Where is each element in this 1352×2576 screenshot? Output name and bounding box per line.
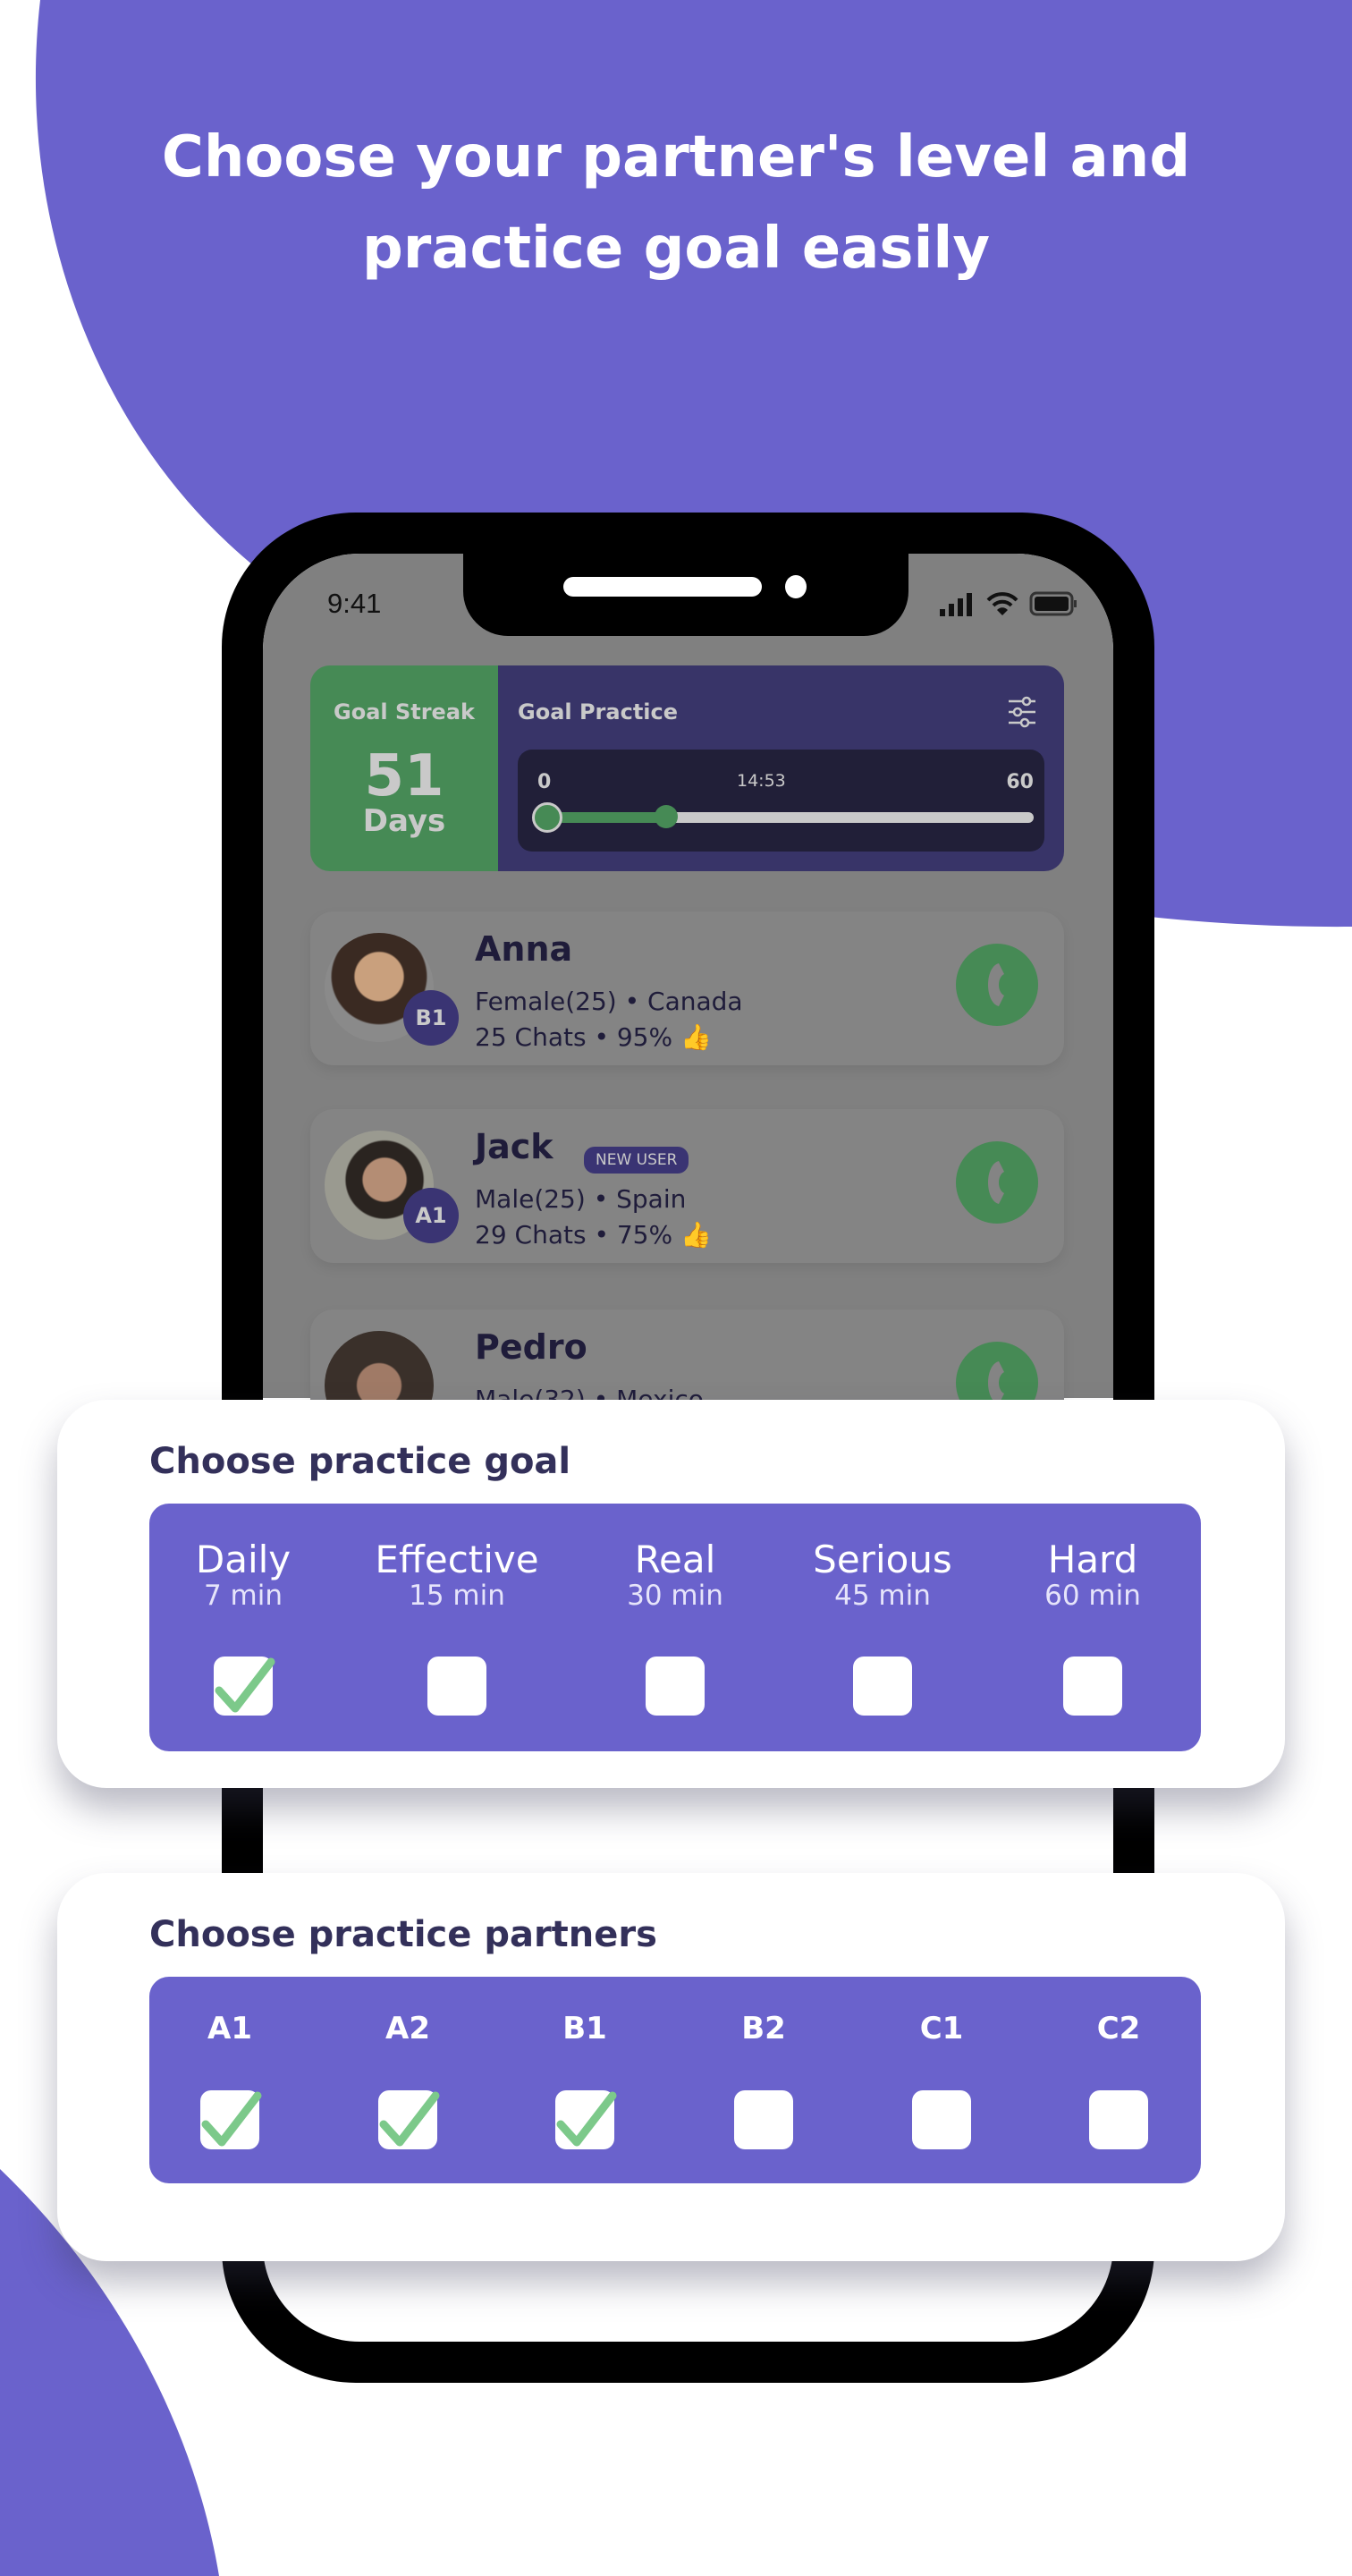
- slider-fill: [545, 812, 666, 823]
- level-badge: A1: [403, 1188, 459, 1243]
- practice-label: Goal Practice: [518, 699, 679, 724]
- partner-info: Male(25) • Spain: [475, 1184, 687, 1214]
- goal-option-duration: 7 min: [203, 1580, 283, 1612]
- slider-current: 14:53: [737, 771, 786, 791]
- streak-label: Goal Streak: [334, 699, 475, 724]
- goal-option-duration: 30 min: [627, 1580, 723, 1612]
- call-button[interactable]: [956, 1141, 1038, 1224]
- checkmark-icon: [379, 2091, 440, 2147]
- checkmark-icon: [201, 2091, 262, 2147]
- practice-partners-title: Choose practice partners: [149, 1914, 657, 1955]
- partner-name: Anna: [475, 929, 573, 969]
- notch: [463, 554, 908, 636]
- partner-card[interactable]: B1 Anna Female(25) • Canada 25 Chats • 9…: [310, 911, 1064, 1065]
- partner-stats: 29 Chats • 75% 👍: [475, 1220, 712, 1250]
- headline-line-2: practice goal easily: [361, 216, 991, 282]
- goal-option-label: Effective: [375, 1538, 539, 1581]
- camera: [785, 575, 807, 598]
- thumbs-up-icon: 👍: [680, 1220, 712, 1250]
- goal-option-duration: 45 min: [834, 1580, 931, 1612]
- slider-max: 60: [1006, 771, 1034, 793]
- goal-option-label: Hard: [1047, 1538, 1138, 1581]
- partner-stats-text: 29 Chats • 75%: [475, 1220, 673, 1250]
- goal-practice: Goal Practice 0 14:53 60: [498, 665, 1064, 871]
- practice-partner-levels: A1 A2 B1 B2 C1 C2: [149, 1977, 1201, 2183]
- level-checkbox[interactable]: [1089, 2090, 1148, 2149]
- practice-slider: 0 14:53 60: [518, 750, 1044, 852]
- partner-name: Jack: [475, 1127, 553, 1166]
- slider-track[interactable]: [532, 802, 1034, 833]
- goal-option-duration: 15 min: [409, 1580, 505, 1612]
- goal-option-label: Serious: [813, 1538, 952, 1581]
- goal-option-label: Daily: [195, 1538, 292, 1581]
- partner-name: Pedro: [475, 1327, 587, 1367]
- level-label: A1: [207, 2011, 252, 2046]
- goal-checkbox[interactable]: [427, 1657, 486, 1716]
- practice-goal-title: Choose practice goal: [149, 1441, 571, 1482]
- new-user-badge: NEW USER: [584, 1147, 689, 1174]
- checkmark-icon: [556, 2091, 617, 2147]
- phone-icon: [988, 1161, 1004, 1204]
- level-label: C1: [919, 2011, 964, 2046]
- level-label: B2: [741, 2011, 786, 2046]
- level-label: B1: [562, 2011, 607, 2046]
- phone-icon: [988, 963, 1004, 1006]
- streak-unit: Days: [362, 803, 446, 839]
- call-button[interactable]: [956, 944, 1038, 1026]
- goal-card[interactable]: Goal Streak 51 Days Goal Practice 0 14:5…: [310, 665, 1064, 871]
- partner-stats-text: 25 Chats • 95%: [475, 1022, 673, 1052]
- streak-value: 51: [364, 743, 444, 809]
- status-icons: [940, 591, 1077, 616]
- goal-option: Effective 15 min: [375, 1538, 539, 1612]
- level-badge: B1: [403, 990, 459, 1046]
- level-checkbox[interactable]: [200, 2090, 262, 2149]
- wifi-icon: [986, 592, 1018, 615]
- goal-checkbox[interactable]: [853, 1657, 912, 1716]
- slider-min: 0: [537, 771, 552, 793]
- slider-start-knob: [532, 802, 562, 833]
- slider-handle[interactable]: [654, 805, 678, 828]
- level-label: C2: [1096, 2011, 1141, 2046]
- goal-option: Real 30 min: [627, 1538, 723, 1612]
- level-checkbox[interactable]: [734, 2090, 793, 2149]
- level-label: A2: [385, 2011, 430, 2046]
- level-checkbox[interactable]: [378, 2090, 440, 2149]
- sliders-icon[interactable]: [1007, 696, 1037, 728]
- goal-checkbox[interactable]: [646, 1657, 705, 1716]
- speaker: [563, 577, 762, 597]
- battery-icon: [1029, 591, 1077, 616]
- status-time: 9:41: [327, 588, 382, 619]
- level-checkbox[interactable]: [555, 2090, 617, 2149]
- partner-info: Female(25) • Canada: [475, 987, 743, 1016]
- partner-card[interactable]: A1 Jack NEW USER Male(25) • Spain 29 Cha…: [310, 1109, 1064, 1263]
- signal-icon: [940, 593, 972, 616]
- level-checkbox[interactable]: [912, 2090, 971, 2149]
- goal-option-label: Real: [634, 1538, 716, 1581]
- headline-line-1: Choose your partner's level and: [161, 124, 1191, 191]
- goal-option-duration: 60 min: [1044, 1580, 1141, 1612]
- headline: Choose your partner's level and practice…: [0, 112, 1352, 294]
- goal-checkbox[interactable]: [214, 1657, 275, 1716]
- thumbs-up-icon: 👍: [680, 1022, 712, 1052]
- goal-option: Serious 45 min: [813, 1538, 952, 1612]
- goal-option: Hard 60 min: [1044, 1538, 1141, 1612]
- goal-checkbox[interactable]: [1063, 1657, 1122, 1716]
- goal-option: Daily 7 min: [195, 1538, 292, 1612]
- practice-goal-options: Daily 7 min Effective 15 min Real 30 min Serio…: [149, 1504, 1201, 1751]
- practice-partners-card: Choose practice partners A1 A2 B1 B2 C1 C2: [57, 1873, 1285, 2261]
- checkmark-icon: [215, 1657, 275, 1713]
- partner-stats: 25 Chats • 95% 👍: [475, 1022, 712, 1052]
- goal-streak: Goal Streak 51 Days: [310, 665, 498, 871]
- practice-goal-card: Choose practice goal Daily 7 min Effective…: [57, 1400, 1285, 1788]
